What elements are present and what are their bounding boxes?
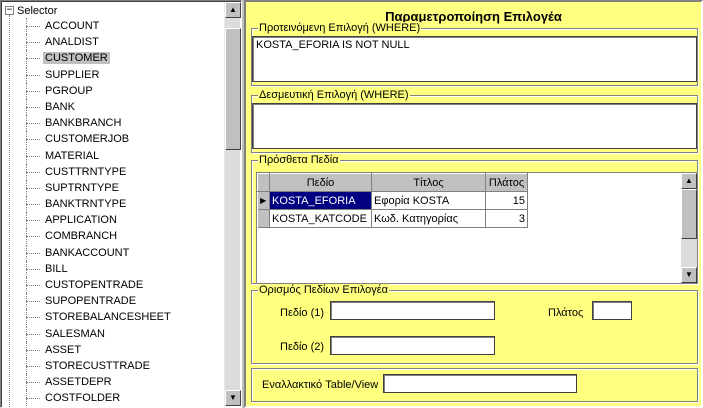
tree-root-label: Selector [17, 4, 58, 17]
row-indicator [257, 209, 270, 228]
tree-root-node[interactable]: − Selector [5, 3, 57, 18]
tree-item-label: SUPOPENTRADE [45, 295, 137, 308]
tree-item[interactable]: MATERIAL [1, 147, 225, 164]
tree-item[interactable]: PGROUP [1, 82, 225, 99]
tree-item[interactable]: BANKACCOUNT [1, 244, 225, 261]
tree-item-label: CUSTTRNTYPE [45, 165, 127, 178]
tree-item-label: ANALDIST [45, 36, 99, 49]
scroll-down-button[interactable]: ▼ [225, 390, 241, 406]
arrow-up-icon: ▲ [685, 176, 693, 185]
tree-item[interactable]: CUSTOMERJOB [1, 131, 225, 148]
grid-cell-field[interactable]: KOSTA_KATCODE [269, 209, 372, 228]
tree-item[interactable]: CUSTOPENTRADE [1, 277, 225, 294]
width-label: Πλάτος [548, 307, 584, 319]
grid-scroll-up-button[interactable]: ▲ [681, 173, 697, 189]
tree-item-label: BILL [45, 262, 68, 275]
tree-item-label: STOREBALANCESHEET [45, 311, 171, 324]
width-input[interactable] [592, 301, 632, 320]
tree-item[interactable]: ASSETDEPR [1, 374, 225, 391]
tree-item-label: BANKACCOUNT [45, 246, 130, 259]
tree-item[interactable]: CUSTTRNTYPE [1, 163, 225, 180]
extra-fields-legend: Πρόσθετα Πεδία [258, 154, 340, 166]
tree-item[interactable]: SALESMAN [1, 325, 225, 342]
grid-cell-title[interactable]: Εφορία KOSTA [371, 191, 486, 210]
tree-item[interactable]: SUPPLIER [1, 66, 225, 83]
extra-fields-group: Πρόσθετα Πεδία Πεδίο Τίτλος Πλάτος ▶ KOS… [251, 154, 698, 284]
tree-item[interactable]: SUPTRNTYPE [1, 179, 225, 197]
tree-item[interactable]: APPLICATION [1, 212, 225, 229]
suggested-where-group: Προτεινόμενη Επιλογή (WHERE) KOSTA_EFORI… [251, 22, 698, 86]
tree-item-label: SUPPLIER [45, 68, 100, 81]
tree-item-label: SUPTRNTYPE [45, 181, 119, 194]
tree-item[interactable]: CUSTOMER [1, 50, 225, 67]
current-row-indicator-icon: ▶ [257, 191, 270, 210]
tree-item-label: CUSTOMERJOB [45, 133, 130, 146]
suggested-where-legend: Προτεινόμενη Επιλογή (WHERE) [258, 22, 422, 34]
tree-item-label: SALESMAN [45, 327, 105, 340]
collapse-icon[interactable]: − [5, 6, 14, 15]
grid-cell-field[interactable]: KOSTA_EFORIA [269, 191, 372, 210]
grid-header-row: Πεδίο Τίτλος Πλάτος [257, 173, 528, 192]
field1-label: Πεδίο (1) [280, 307, 325, 319]
tree-item-label: BANKTRNTYPE [45, 198, 127, 211]
mandatory-where-input[interactable] [252, 103, 697, 149]
tree-item[interactable]: COMBRANCH [1, 228, 225, 245]
field2-input[interactable] [330, 336, 495, 355]
tree-item[interactable]: BANKTRNTYPE [1, 196, 225, 213]
column-header-width[interactable]: Πλάτος [485, 173, 528, 192]
tree-item[interactable]: STOREBALANCESHEET [1, 309, 225, 326]
tree-item-label: STORECUSTTRADE [45, 359, 150, 372]
tree-item-label: BANKBRANCH [45, 117, 122, 130]
mandatory-where-legend: Δεσμευτική Επιλογή (WHERE) [258, 89, 410, 101]
suggested-where-input[interactable]: KOSTA_EFORIA IS NOT NULL [252, 36, 697, 82]
column-header-field[interactable]: Πεδίο [269, 173, 372, 192]
tree-item-label: APPLICATION [45, 214, 117, 227]
field2-label: Πεδίο (2) [280, 341, 325, 353]
tree-item[interactable]: ACCOUNT [1, 18, 225, 35]
tree-item[interactable]: STORECUSTTRADE [1, 357, 225, 375]
arrow-down-icon: ▼ [229, 393, 237, 402]
scroll-thumb[interactable] [225, 28, 241, 150]
tree-item-label: ASSET [45, 343, 82, 356]
selector-tree[interactable]: − Selector ACCOUNT ANALDIST CUSTOMER SUPPLI… [0, 0, 242, 408]
tree-item[interactable]: ASSET [1, 341, 225, 358]
tree-vertical-scrollbar[interactable]: ▲ ▼ [224, 2, 241, 406]
selector-settings-form: Παραμετροποίηση Επιλογέα Προτεινόμενη Επ… [244, 0, 703, 408]
tree-items: ACCOUNT ANALDIST CUSTOMER SUPPLIER PGROUP BAN… [1, 18, 225, 407]
table-row[interactable]: ▶ KOSTA_EFORIA Εφορία KOSTA 15 [257, 191, 528, 210]
grid-vertical-scrollbar[interactable]: ▲ ▼ [681, 173, 697, 283]
tree-item-label: COMBRANCH [45, 230, 118, 243]
tree-item[interactable]: BILL [1, 260, 225, 277]
extra-fields-grid[interactable]: Πεδίο Τίτλος Πλάτος ▶ KOSTA_EFORIA Εφορί… [256, 172, 698, 284]
tree-item-label: CUSTOMER [43, 52, 110, 65]
tree-item-label: ASSETDEPR [45, 376, 112, 389]
tree-item-label: CUSTOPENTRADE [45, 279, 144, 291]
tree-item-label: MATERIAL [45, 149, 100, 162]
alt-table-input[interactable] [383, 374, 577, 393]
grid-scroll-thumb[interactable] [681, 189, 697, 239]
column-header-title[interactable]: Τίτλος [371, 173, 486, 192]
tree-item[interactable]: COSTFOLDER [1, 390, 225, 407]
tree-item[interactable]: BANKBRANCH [1, 115, 225, 132]
tree-item[interactable]: SUPOPENTRADE [1, 293, 225, 310]
grid-cell-title[interactable]: Κωδ. Κατηγορίας [371, 209, 486, 228]
tree-item[interactable]: BANK [1, 98, 225, 116]
tree-item-label: COSTFOLDER [45, 392, 121, 405]
tree-item-label: ACCOUNT [45, 20, 100, 32]
arrow-up-icon: ▲ [229, 5, 237, 14]
table-row[interactable]: KOSTA_KATCODE Κωδ. Κατηγορίας 3 [257, 209, 528, 228]
grid-corner [257, 173, 270, 192]
alt-table-label: Εναλλακτικό Table/View [262, 379, 379, 391]
tree-item-label: PGROUP [45, 84, 93, 97]
grid-scroll-down-button[interactable]: ▼ [681, 267, 697, 283]
tree-item-label: BANK [45, 100, 75, 113]
grid-cell-width[interactable]: 15 [485, 191, 528, 210]
scroll-up-button[interactable]: ▲ [225, 2, 241, 18]
selector-fields-legend: Ορισμός Πεδίων Επιλογέα [258, 284, 390, 296]
mandatory-where-group: Δεσμευτική Επιλογή (WHERE) [251, 89, 698, 153]
tree-item[interactable]: ANALDIST [1, 34, 225, 51]
arrow-down-icon: ▼ [685, 270, 693, 279]
field1-input[interactable] [330, 301, 495, 320]
grid-cell-width[interactable]: 3 [485, 209, 528, 228]
